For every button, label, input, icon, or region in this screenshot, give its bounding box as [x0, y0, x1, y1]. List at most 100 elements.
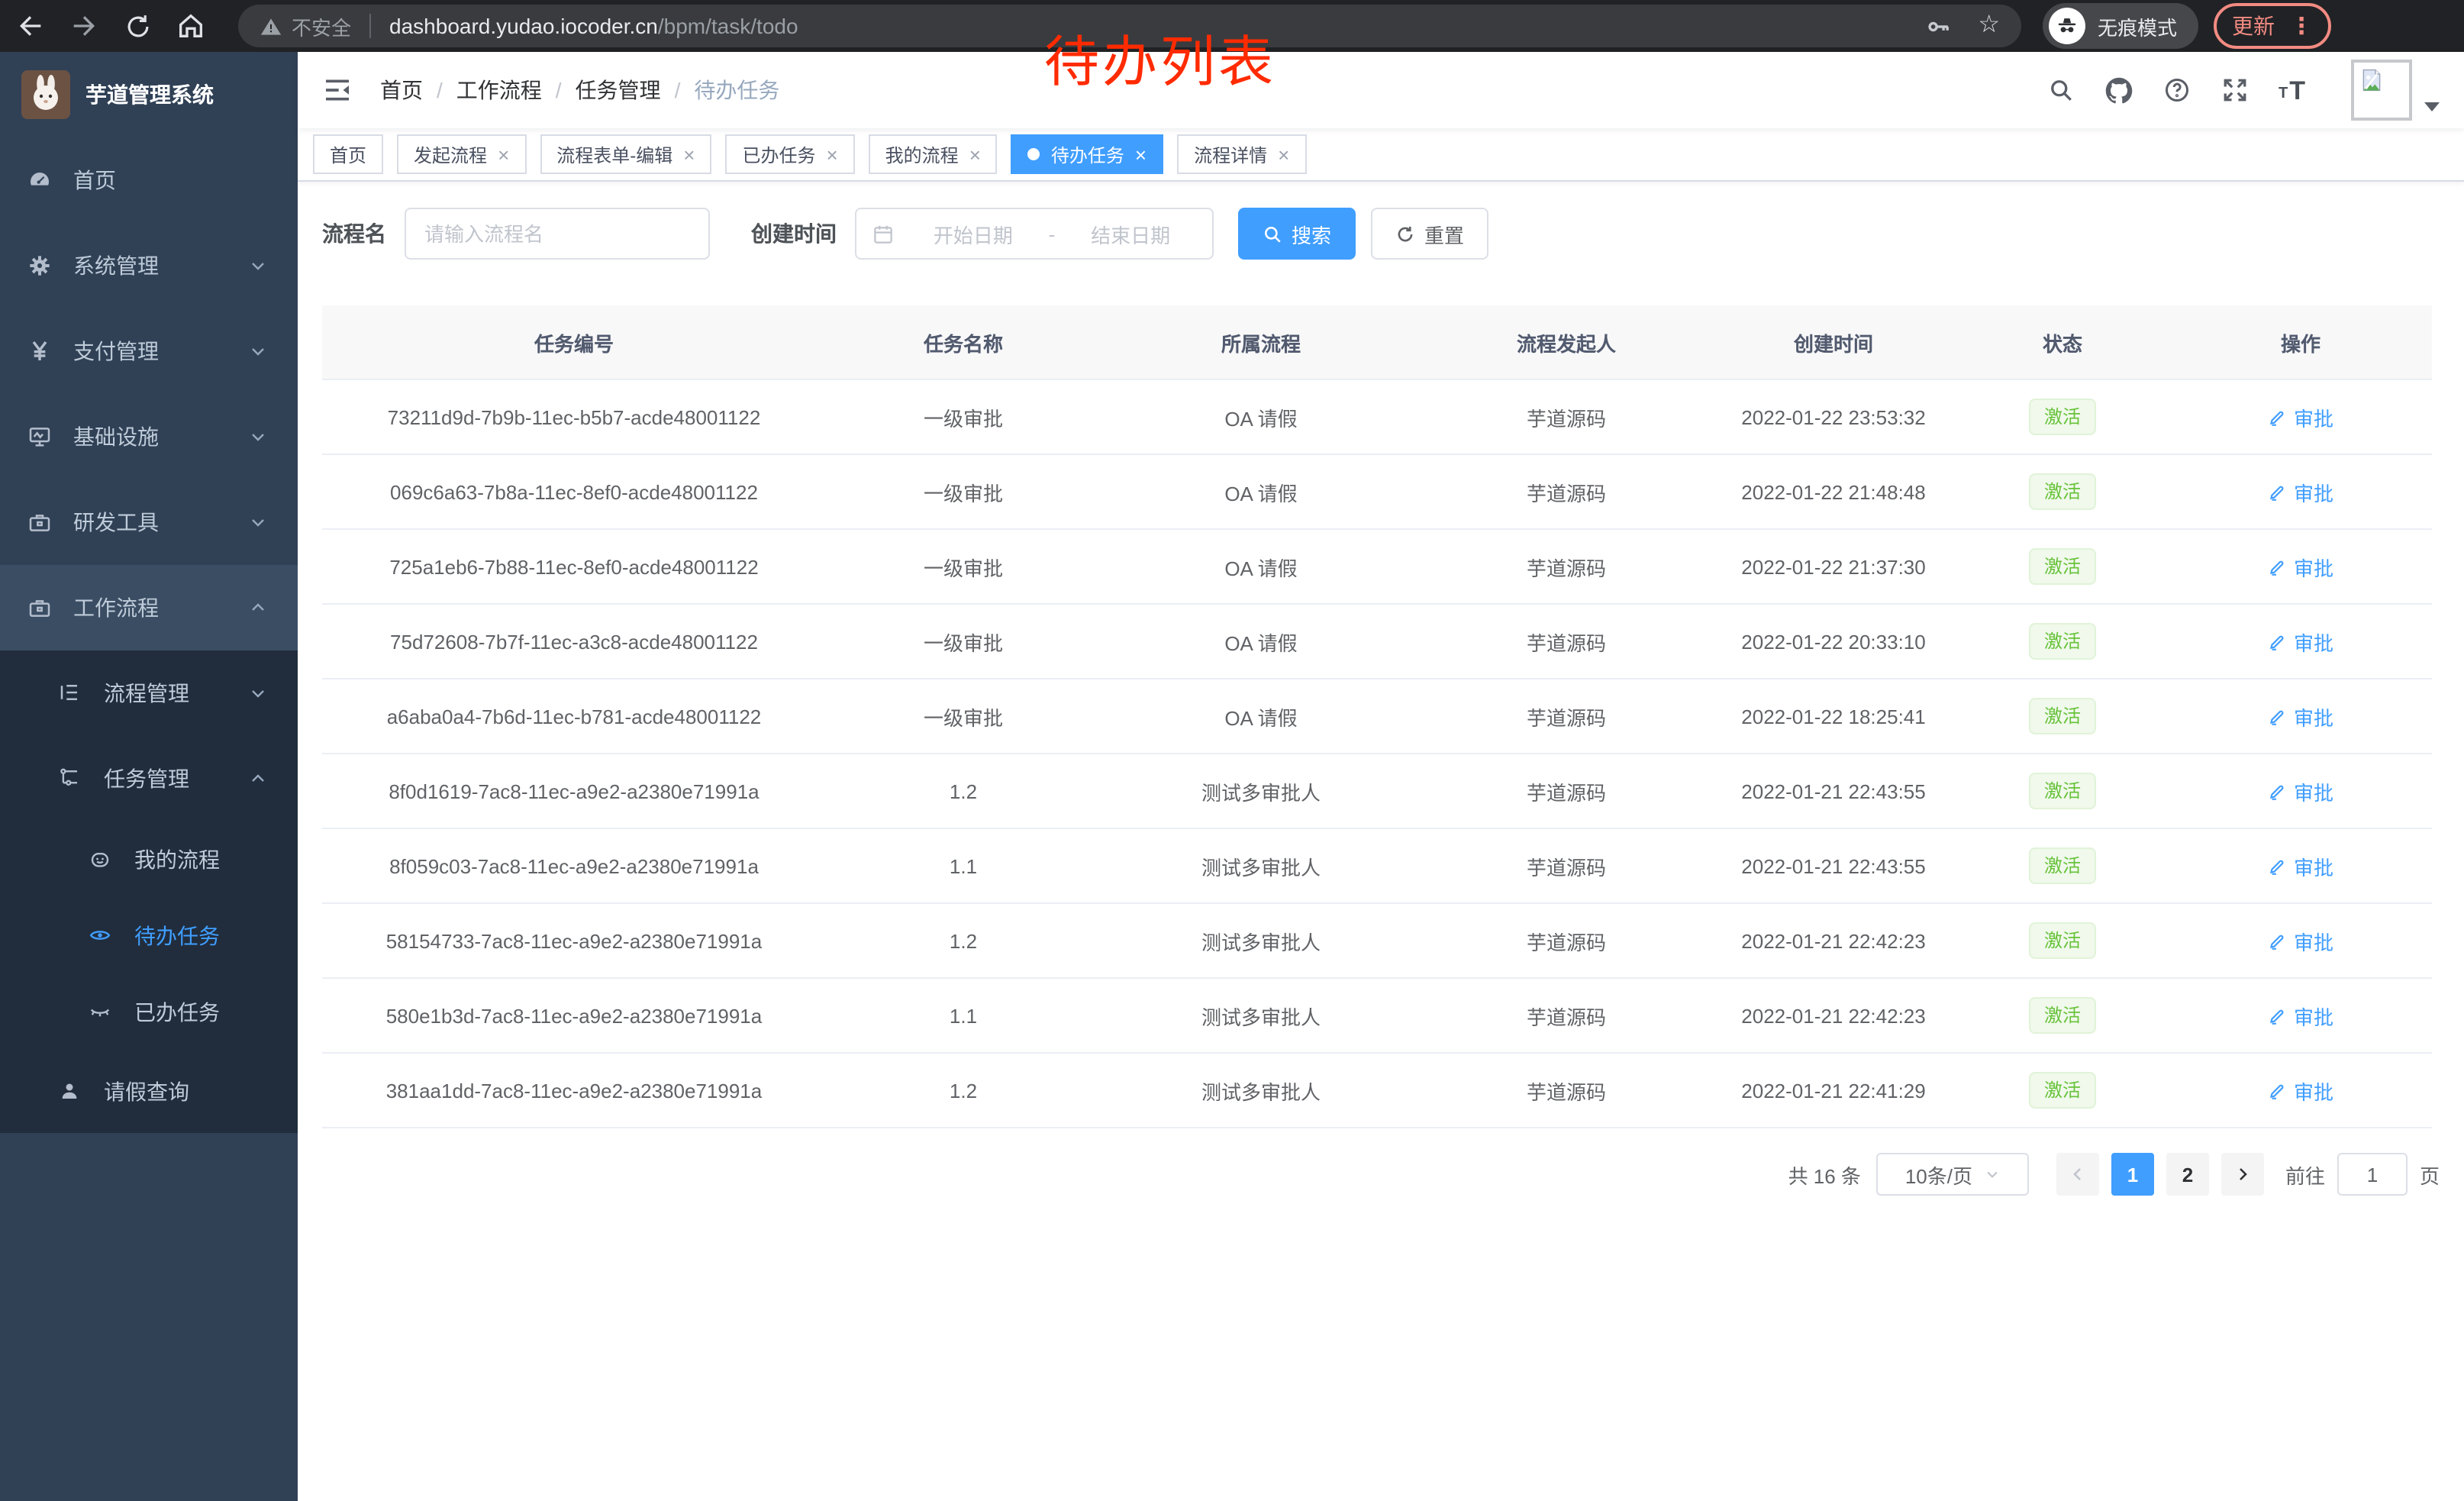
goto-page-input[interactable] [2337, 1153, 2408, 1196]
password-key-icon[interactable] [1924, 13, 1950, 39]
close-icon[interactable]: × [969, 144, 981, 164]
approve-link[interactable]: 审批 [2268, 926, 2333, 955]
update-label[interactable]: 更新 [2232, 11, 2275, 41]
approve-link[interactable]: 审批 [2268, 851, 2333, 880]
browser-reload-button[interactable] [122, 11, 153, 41]
status-cell: 激活 [1956, 847, 2169, 885]
breadcrumb-task-mgmt[interactable]: 任务管理 [576, 75, 661, 105]
action-cell: 审批 [2169, 627, 2432, 656]
sidebar-item-infrastructure[interactable]: 基础设施 [0, 394, 298, 479]
page-button-1[interactable]: 1 [2111, 1153, 2154, 1196]
tag-todo-tasks[interactable]: 待办任务× [1011, 134, 1163, 174]
approve-link[interactable]: 审批 [2268, 776, 2333, 805]
close-icon[interactable]: × [826, 144, 837, 164]
next-page-button[interactable] [2221, 1153, 2264, 1196]
browser-back-button[interactable] [15, 11, 46, 41]
task-initiator: 芋道源码 [1421, 552, 1711, 581]
action-cell: 审批 [2169, 477, 2432, 506]
approve-link[interactable]: 审批 [2268, 1076, 2333, 1105]
browser-home-button[interactable] [176, 11, 206, 41]
task-name: 1.2 [826, 929, 1101, 952]
search-icon[interactable] [2046, 76, 2074, 104]
col-status: 状态 [1956, 328, 2169, 357]
sidebar-item-home[interactable]: 首页 [0, 137, 298, 223]
close-icon[interactable]: × [1278, 144, 1289, 164]
sidebar-item-dev-tools[interactable]: 研发工具 [0, 479, 298, 565]
breadcrumb-workflow[interactable]: 工作流程 [456, 75, 542, 105]
approve-link[interactable]: 审批 [2268, 1001, 2333, 1030]
close-icon[interactable]: × [683, 144, 695, 164]
page-button-2[interactable]: 2 [2166, 1153, 2209, 1196]
end-date-placeholder[interactable]: 结束日期 [1064, 219, 1197, 248]
chevron-up-icon [249, 770, 267, 788]
url-path[interactable]: /bpm/task/todo [658, 14, 798, 38]
sidebar-item-done-tasks[interactable]: 已办任务 [0, 974, 298, 1051]
close-icon[interactable]: × [1135, 144, 1147, 164]
toolbox-icon [27, 510, 52, 534]
breadcrumb-separator: / [437, 78, 443, 102]
sidebar-item-my-process[interactable]: 我的流程 [0, 822, 298, 898]
task-create-time: 2022-01-22 21:37:30 [1711, 555, 1956, 578]
table-row: 069c6a63-7b8a-11ec-8ef0-acde48001122 一级审… [322, 454, 2432, 528]
close-icon[interactable]: × [498, 144, 509, 164]
approve-link[interactable]: 审批 [2268, 627, 2333, 656]
font-size-icon[interactable]: TT [2279, 77, 2305, 103]
tag-initiate-process[interactable]: 发起流程× [397, 134, 526, 174]
sidebar-item-payment-mgmt[interactable]: 支付管理 [0, 308, 298, 394]
approve-link[interactable]: 审批 [2268, 552, 2333, 581]
avatar-dropdown-caret-icon[interactable] [2424, 102, 2440, 111]
approve-link[interactable]: 审批 [2268, 402, 2333, 431]
bookmark-star-icon[interactable]: ☆ [1978, 14, 2000, 38]
start-date-placeholder[interactable]: 开始日期 [907, 219, 1040, 248]
reset-button[interactable]: 重置 [1371, 208, 1488, 260]
sidebar-item-workflow[interactable]: 工作流程 [0, 565, 298, 650]
approve-label: 审批 [2294, 477, 2333, 506]
browser-forward-button[interactable] [69, 11, 99, 41]
process-name-label: 流程名 [322, 218, 386, 249]
browser-update-menu-button[interactable]: 更新 ⋮ [2214, 3, 2331, 49]
tag-process-detail[interactable]: 流程详情× [1177, 134, 1306, 174]
task-id: 8f0d1619-7ac8-11ec-a9e2-a2380e71991a [322, 780, 826, 802]
breadcrumb-home[interactable]: 首页 [380, 75, 423, 105]
approve-link[interactable]: 审批 [2268, 477, 2333, 506]
task-process: OA 请假 [1101, 627, 1421, 656]
sidebar-item-leave-query[interactable]: 请假查询 [0, 1051, 298, 1133]
edit-pencil-icon [2268, 781, 2288, 801]
sidebar-item-system-mgmt[interactable]: 系统管理 [0, 223, 298, 308]
url-host[interactable]: dashboard.yudao.iocoder.cn [389, 14, 658, 38]
col-task-name: 任务名称 [826, 328, 1101, 357]
security-warning-icon[interactable] [260, 15, 282, 37]
tag-my-process[interactable]: 我的流程× [869, 134, 998, 174]
tag-process-form-edit[interactable]: 流程表单-编辑× [540, 134, 711, 174]
sidebar-toggle-icon[interactable] [322, 75, 353, 105]
sidebar-item-todo-tasks[interactable]: 待办任务 [0, 898, 298, 974]
fullscreen-icon[interactable] [2221, 76, 2248, 104]
github-icon[interactable] [2104, 76, 2132, 104]
process-name-input[interactable] [405, 208, 710, 260]
address-bar[interactable]: 不安全 dashboard.yudao.iocoder.cn/bpm/task/… [238, 5, 2021, 47]
task-initiator: 芋道源码 [1421, 402, 1711, 431]
screenshot-stage: 不安全 dashboard.yudao.iocoder.cn/bpm/task/… [0, 0, 2464, 1501]
sidebar-item-process-mgmt[interactable]: 流程管理 [0, 650, 298, 736]
tag-done-tasks[interactable]: 已办任务× [725, 134, 854, 174]
app-logo-row[interactable]: 芋道管理系统 [0, 52, 298, 137]
page-size-value: 10条/页 [1905, 1160, 1972, 1189]
search-button[interactable]: 搜索 [1238, 208, 1356, 260]
help-icon[interactable] [2162, 76, 2190, 104]
status-cell: 激活 [1956, 1071, 2169, 1109]
approve-label: 审批 [2294, 552, 2333, 581]
page-size-select[interactable]: 10条/页 [1876, 1153, 2029, 1196]
sidebar-item-task-mgmt[interactable]: 任务管理 [0, 736, 298, 822]
security-label[interactable]: 不安全 [292, 11, 351, 40]
task-id: 58154733-7ac8-11ec-a9e2-a2380e71991a [322, 929, 826, 952]
avatar[interactable] [2351, 60, 2412, 121]
tag-home[interactable]: 首页 [313, 134, 383, 174]
task-initiator: 芋道源码 [1421, 702, 1711, 731]
approve-label: 审批 [2294, 851, 2333, 880]
date-range-picker[interactable]: 开始日期 - 结束日期 [855, 208, 1214, 260]
todo-task-table: 任务编号 任务名称 所属流程 流程发起人 创建时间 状态 操作 73211d9d… [322, 305, 2432, 1128]
approve-label: 审批 [2294, 402, 2333, 431]
approve-link[interactable]: 审批 [2268, 702, 2333, 731]
browser-menu-dots-icon[interactable]: ⋮ [2290, 15, 2313, 37]
prev-page-button[interactable] [2056, 1153, 2099, 1196]
